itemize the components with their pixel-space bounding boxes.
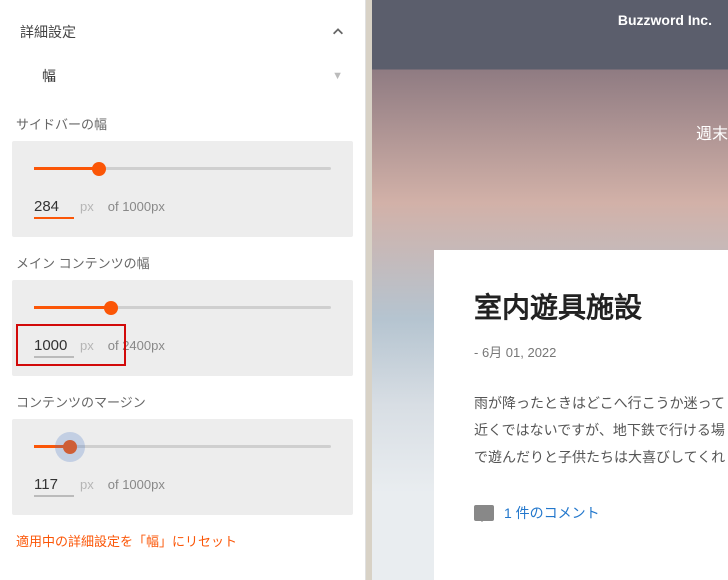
- margin-slider[interactable]: [34, 445, 331, 448]
- brand-name: Buzzword Inc.: [618, 12, 712, 28]
- sidebar-width-label: サイドバーの幅: [16, 114, 353, 133]
- blog-preview: Buzzword Inc. 週末 室内遊具施設 - 6月 01, 2022 雨が…: [366, 0, 728, 580]
- panel-title: 詳細設定: [20, 22, 76, 42]
- margin-input[interactable]: [34, 476, 74, 497]
- unit-label: px: [80, 477, 94, 492]
- sidebar-width-group: サイドバーの幅 px of 1000px: [12, 114, 353, 237]
- reset-link[interactable]: 適用中の詳細設定を「幅」にリセット: [16, 531, 349, 550]
- margin-label: コンテンツのマージン: [16, 392, 353, 411]
- max-label: of 2400px: [108, 338, 165, 353]
- sidebar-width-input[interactable]: [34, 198, 74, 219]
- dropdown-arrow-icon: ▼: [332, 70, 343, 82]
- post-line: で遊んだりと子供たちは大喜びしてくれ: [474, 445, 728, 470]
- max-label: of 1000px: [108, 477, 165, 492]
- panel-header[interactable]: 詳細設定: [12, 18, 353, 56]
- post-body: 雨が降ったときはどこへ行こうか迷って 近くではないですが、地下鉄で行ける場 で遊…: [474, 391, 728, 471]
- unit-label: px: [80, 338, 94, 353]
- margin-group: コンテンツのマージン px of 1000px: [12, 392, 353, 515]
- main-width-slider[interactable]: [34, 306, 331, 309]
- post-date: - 6月 01, 2022: [474, 342, 728, 361]
- post-line: 近くではないですが、地下鉄で行ける場: [474, 418, 728, 443]
- main-width-card: px of 2400px: [12, 280, 353, 376]
- main-width-input[interactable]: [34, 337, 74, 358]
- post-title[interactable]: 室内遊具施設: [474, 286, 728, 326]
- dropdown-selected: 幅: [42, 66, 56, 86]
- max-label: of 1000px: [108, 199, 165, 214]
- unit-label: px: [80, 199, 94, 214]
- sidebar-width-slider[interactable]: [34, 167, 331, 170]
- post-line: 雨が降ったときはどこへ行こうか迷って: [474, 391, 728, 416]
- sidebar-width-card: px of 1000px: [12, 141, 353, 237]
- comment-row[interactable]: 1 件のコメント: [474, 503, 728, 523]
- slider-thumb[interactable]: [92, 162, 106, 176]
- main-width-group: メイン コンテンツの幅 px of 2400px: [12, 253, 353, 376]
- hero-subtext: 週末: [696, 120, 728, 144]
- settings-panel: 詳細設定 幅 ▼ サイドバーの幅 px of 1000px: [0, 0, 366, 580]
- slider-thumb[interactable]: [104, 301, 118, 315]
- margin-card: px of 1000px: [12, 419, 353, 515]
- slider-thumb[interactable]: [63, 440, 77, 454]
- post-card: 室内遊具施設 - 6月 01, 2022 雨が降ったときはどこへ行こうか迷って …: [434, 250, 728, 580]
- comment-link[interactable]: 1 件のコメント: [504, 503, 600, 523]
- chevron-up-icon: [331, 25, 345, 39]
- comment-icon: [474, 505, 494, 521]
- width-dropdown[interactable]: 幅 ▼: [40, 60, 345, 92]
- main-width-label: メイン コンテンツの幅: [16, 253, 353, 272]
